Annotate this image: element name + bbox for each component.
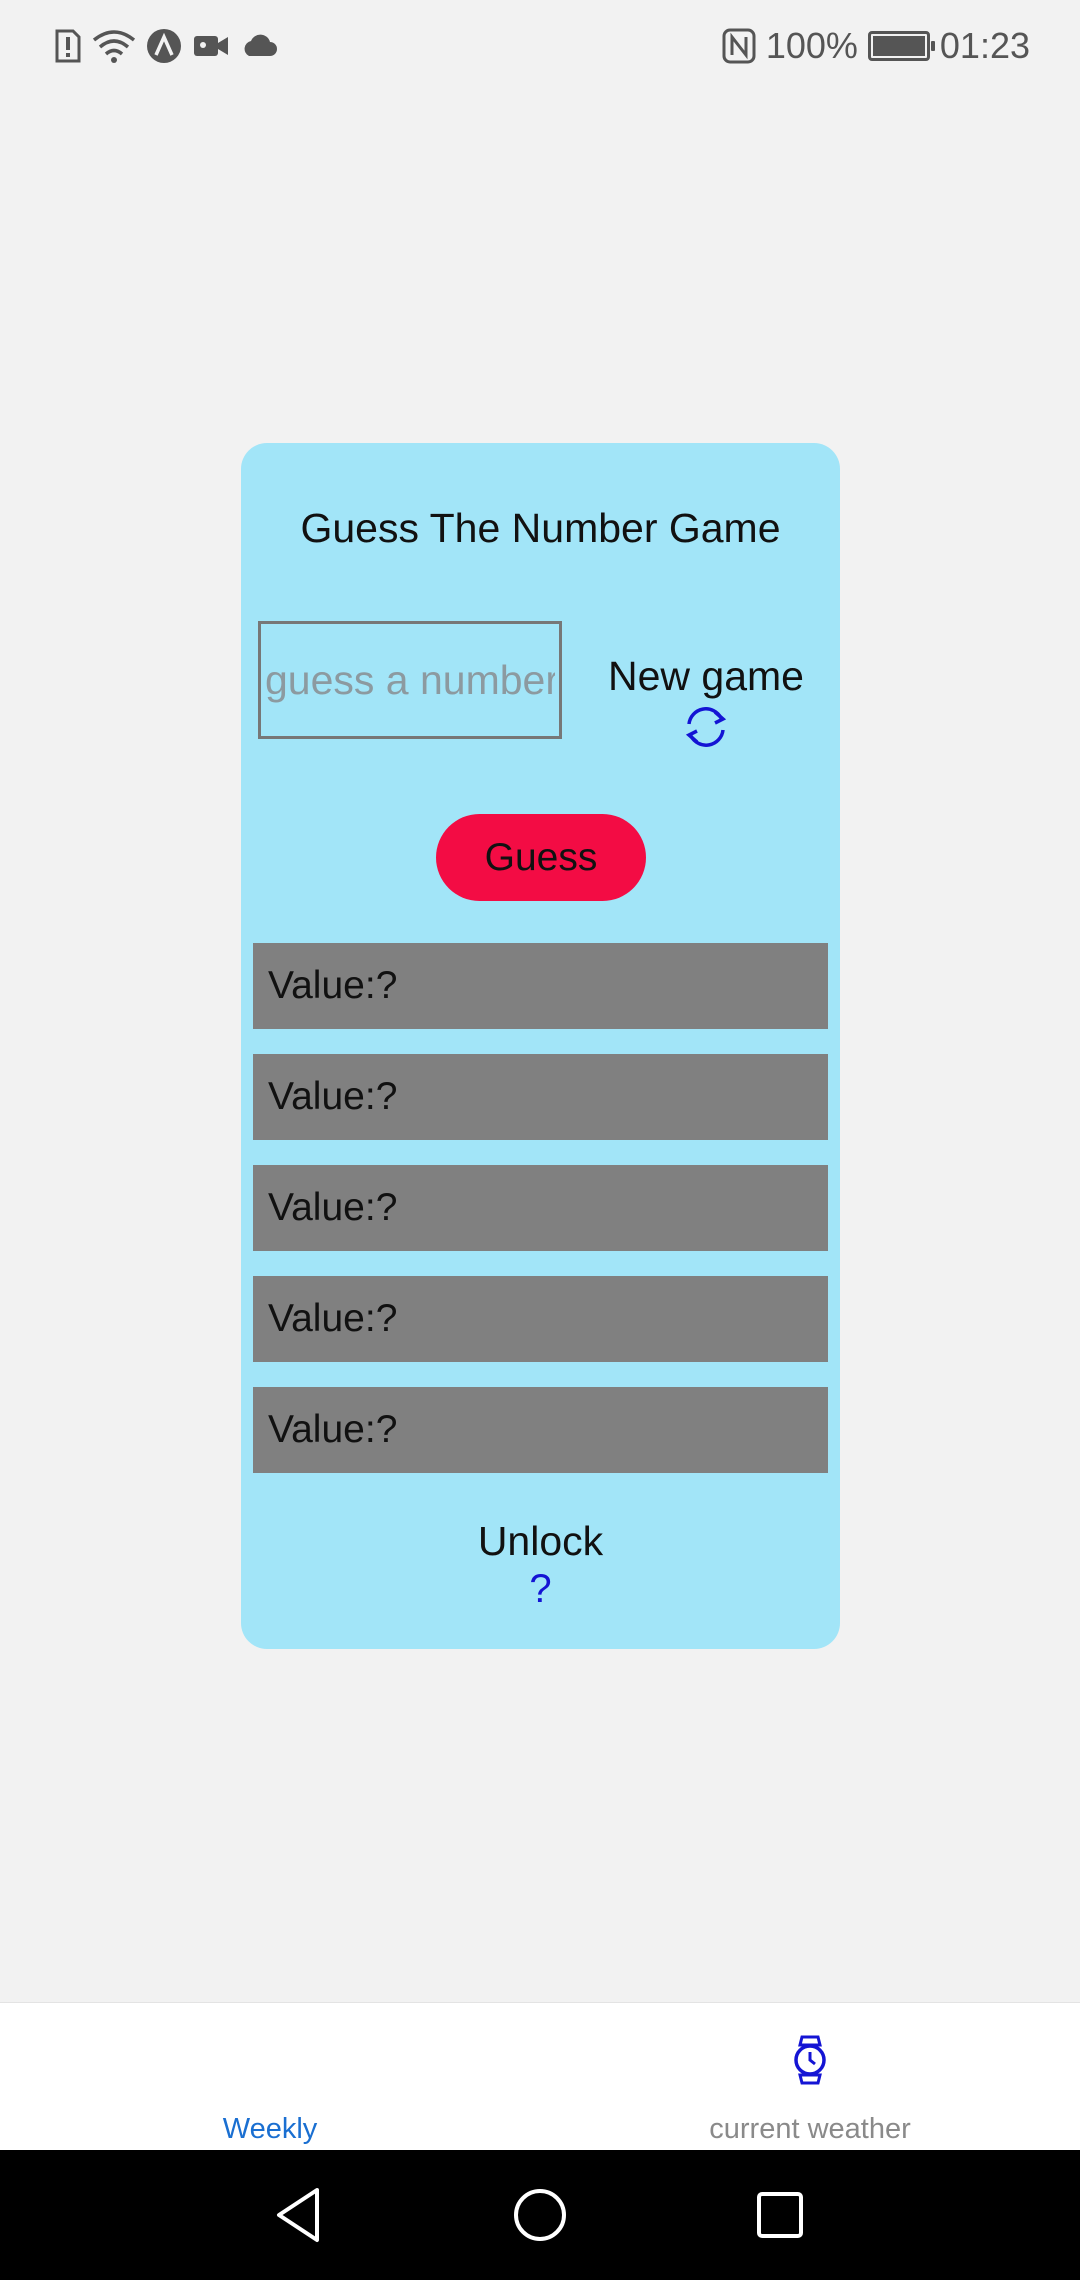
refresh-icon — [685, 707, 727, 747]
nfc-icon — [722, 28, 756, 64]
cloud-icon — [244, 34, 277, 56]
battery-level — [872, 36, 925, 56]
status-icons-right: 100% 01:23 — [722, 22, 1030, 70]
tab-current-weather[interactable]: current weather — [540, 2003, 1080, 2151]
unlock-label: Unlock — [477, 1518, 604, 1564]
battery-percent: 100% — [765, 25, 858, 66]
new-game-button[interactable]: New game — [581, 653, 831, 752]
status-bar: 100% 01:23 — [0, 0, 1080, 92]
unlock-button[interactable]: Unlock ? — [241, 1518, 840, 1612]
value-slot-2: Value:? — [253, 1054, 828, 1140]
tab-weekly[interactable]: Weekly — [0, 2003, 540, 2151]
home-icon[interactable] — [505, 2180, 575, 2250]
value-slot-1: Value:? — [253, 943, 828, 1029]
tab-current-weather-label: current weather — [709, 2113, 911, 2145]
status-icons-left — [54, 26, 278, 66]
unlock-hint: ? — [529, 1567, 552, 1611]
system-navigation-bar — [0, 2150, 1080, 2280]
video-icon — [194, 36, 228, 56]
wifi-icon — [92, 30, 136, 63]
value-slot-3: Value:? — [253, 1165, 828, 1251]
watch-icon — [794, 2035, 826, 2085]
game-title: Guess The Number Game — [300, 505, 781, 551]
game-card: Guess The Number Game New game Guess Val… — [241, 443, 840, 1649]
new-game-label: New game — [608, 653, 804, 699]
guess-button[interactable]: Guess — [436, 814, 646, 901]
clock: 01:23 — [939, 25, 1030, 66]
sim-alert-icon — [55, 29, 81, 63]
app-a-icon — [147, 29, 181, 63]
guess-number-input[interactable] — [258, 621, 562, 739]
recents-icon[interactable] — [745, 2180, 815, 2250]
back-icon[interactable] — [265, 2180, 335, 2250]
value-slot-5: Value:? — [253, 1387, 828, 1473]
battery-icon — [867, 31, 935, 61]
value-list: Value:? Value:? Value:? Value:? Value:? — [253, 943, 828, 1498]
value-slot-4: Value:? — [253, 1276, 828, 1362]
tab-weekly-label: Weekly — [222, 2113, 318, 2145]
bottom-tab-bar: Weekly current weather — [0, 2002, 1080, 2151]
